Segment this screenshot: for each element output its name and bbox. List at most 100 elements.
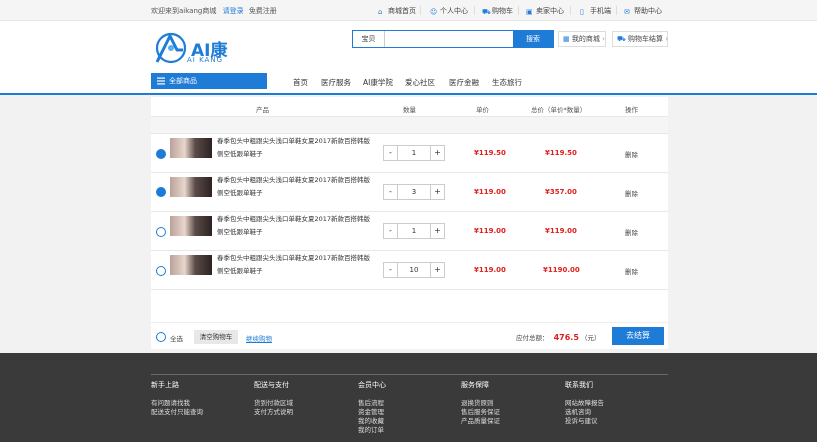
footer-link[interactable]: 网站故障报告 — [565, 399, 604, 408]
home-icon: ⌂ — [378, 8, 383, 16]
cart-icon: ⛟ — [482, 8, 491, 16]
delete-link[interactable]: 删除 — [625, 227, 638, 237]
main-nav-travel[interactable]: 生态旅行 — [492, 77, 522, 88]
product-name[interactable]: 春季包头中粗跟尖头浅口单鞋女夏2017新款百搭韩版 侧空低跟单鞋子 — [217, 135, 377, 161]
delete-link[interactable]: 删除 — [625, 188, 638, 198]
increase-button[interactable]: + — [430, 263, 444, 277]
item-checkbox[interactable] — [156, 227, 166, 237]
footer-link[interactable]: 售后流程 — [358, 399, 386, 408]
main-nav-home[interactable]: 首页 — [293, 77, 308, 88]
footer-link[interactable]: 配送支付只能查询 — [151, 408, 203, 417]
checkout-button[interactable]: 去结算 — [612, 327, 664, 345]
top-nav-seller-center[interactable]: ▣ 卖家中心 — [526, 6, 564, 16]
quantity-value[interactable]: 3 — [398, 185, 430, 199]
footer-column: 联系我们 网站故障报告 选机咨询 投诉与建议 — [565, 380, 604, 426]
footer-column-title: 配送与支付 — [254, 381, 289, 389]
product-thumbnail[interactable] — [170, 255, 212, 275]
header-quantity: 数量 — [403, 106, 416, 114]
footer-link[interactable]: 我的订单 — [358, 426, 386, 435]
footer — [0, 353, 817, 442]
divider — [151, 374, 668, 375]
footer-column: 配送与支付 货到付款区域 支付方式说明 — [254, 380, 293, 417]
footer-link[interactable]: 产品质量保证 — [461, 417, 500, 426]
header-total: 总价（单价*数量） — [531, 106, 587, 114]
footer-link[interactable]: 货到付款区域 — [254, 399, 293, 408]
divider — [616, 6, 617, 15]
product-thumbnail[interactable] — [170, 177, 212, 197]
footer-link[interactable]: 支付方式说明 — [254, 408, 293, 417]
increase-button[interactable]: + — [430, 224, 444, 238]
register-link[interactable]: 免费注册 — [249, 7, 277, 15]
product-thumbnail[interactable] — [170, 138, 212, 158]
item-checkbox[interactable] — [156, 187, 166, 197]
all-categories-button[interactable]: 全部商品 — [151, 73, 267, 89]
quantity-stepper: -3 + — [383, 184, 445, 200]
seller-icon: ▣ — [526, 8, 533, 16]
header-product: 产品 — [256, 106, 269, 114]
footer-link[interactable]: 选机咨询 — [565, 408, 604, 417]
login-link[interactable]: 请登录 — [223, 7, 244, 15]
top-nav-cart[interactable]: ⛟购物车 — [482, 6, 513, 16]
product-name[interactable]: 春季包头中粗跟尖头浅口单鞋女夏2017新款百搭韩版 侧空低跟单鞋子 — [217, 213, 377, 239]
top-nav-mobile[interactable]: ▯ 手机端 — [580, 6, 611, 16]
decrease-button[interactable]: - — [384, 263, 398, 277]
cart-checkout-button[interactable]: ⛟ 购物车结算 › — [612, 31, 668, 47]
product-name[interactable]: 春季包头中粗跟尖头浅口单鞋女夏2017新款百搭韩版 侧空低跟单鞋子 — [217, 252, 377, 278]
footer-column: 会员中心 售后流程 资金管理 我的收藏 我的订单 — [358, 380, 386, 435]
help-icon: ✉ — [624, 8, 630, 16]
footer-link[interactable]: 我的收藏 — [358, 417, 386, 426]
item-checkbox[interactable] — [156, 266, 166, 276]
logo-mark-icon — [155, 32, 187, 64]
quantity-value[interactable]: 1 — [398, 224, 430, 238]
decrease-button[interactable]: - — [384, 146, 398, 160]
unit-price: ¥119.00 — [474, 188, 506, 196]
my-store-button[interactable]: ▦ 我的商城 › — [558, 31, 606, 47]
chevron-right-icon: › — [665, 35, 669, 43]
store-icon: ▦ — [563, 35, 570, 43]
footer-link[interactable]: 投诉与建议 — [565, 417, 604, 426]
quantity-stepper: -10 + — [383, 262, 445, 278]
select-all-checkbox[interactable] — [156, 332, 166, 342]
cart-icon: ⛟ — [617, 35, 626, 43]
top-nav-help[interactable]: ✉ 帮助中心 — [624, 6, 662, 16]
total-amount: 476.5 — [553, 333, 579, 342]
main-nav-medical[interactable]: 医疗服务 — [321, 77, 351, 88]
logo[interactable]: AI康 AI KANG — [151, 28, 241, 68]
search-button[interactable]: 搜索 — [513, 31, 553, 47]
continue-shopping-link[interactable]: 继续购物 — [246, 333, 272, 343]
main-nav-finance[interactable]: 医疗金融 — [449, 77, 479, 88]
footer-link[interactable]: 售后服务保证 — [461, 408, 500, 417]
welcome-text: 欢迎来到aikang商城 — [151, 7, 217, 15]
line-total: ¥119.00 — [545, 227, 577, 235]
divider — [518, 6, 519, 15]
select-all-label[interactable]: 全选 — [170, 333, 183, 343]
main-nav-community[interactable]: 爱心社区 — [405, 77, 435, 88]
quantity-value[interactable]: 1 — [398, 146, 430, 160]
decrease-button[interactable]: - — [384, 185, 398, 199]
decrease-button[interactable]: - — [384, 224, 398, 238]
quantity-value[interactable]: 10 — [398, 263, 430, 277]
clear-cart-button[interactable]: 清空购物车 — [194, 330, 238, 344]
search-input[interactable] — [386, 31, 512, 47]
spacer — [151, 117, 668, 133]
delete-link[interactable]: 删除 — [625, 149, 638, 159]
product-name[interactable]: 春季包头中粗跟尖头浅口单鞋女夏2017新款百搭韩版 侧空低跟单鞋子 — [217, 174, 377, 200]
increase-button[interactable]: + — [430, 146, 444, 160]
total-unit: （元） — [580, 334, 601, 342]
item-checkbox[interactable] — [156, 149, 166, 159]
increase-button[interactable]: + — [430, 185, 444, 199]
divider — [151, 211, 668, 212]
line-total: ¥1190.00 — [543, 266, 580, 274]
main-nav-academy[interactable]: AI康学院 — [363, 77, 393, 88]
footer-link[interactable]: 资金管理 — [358, 408, 386, 417]
line-total: ¥357.00 — [545, 188, 577, 196]
search-category-select[interactable]: 宝贝 — [353, 31, 385, 47]
product-thumbnail[interactable] — [170, 216, 212, 236]
top-nav-user-center[interactable]: ☺ 个人中心 — [430, 6, 468, 16]
footer-link[interactable]: 退换货原则 — [461, 399, 500, 408]
footer-column-title: 会员中心 — [358, 381, 386, 389]
phone-icon: ▯ — [580, 8, 584, 16]
delete-link[interactable]: 删除 — [625, 266, 638, 276]
footer-link[interactable]: 有问题请找我 — [151, 399, 203, 408]
top-nav-home[interactable]: ⌂ 商城首页 — [378, 6, 416, 16]
